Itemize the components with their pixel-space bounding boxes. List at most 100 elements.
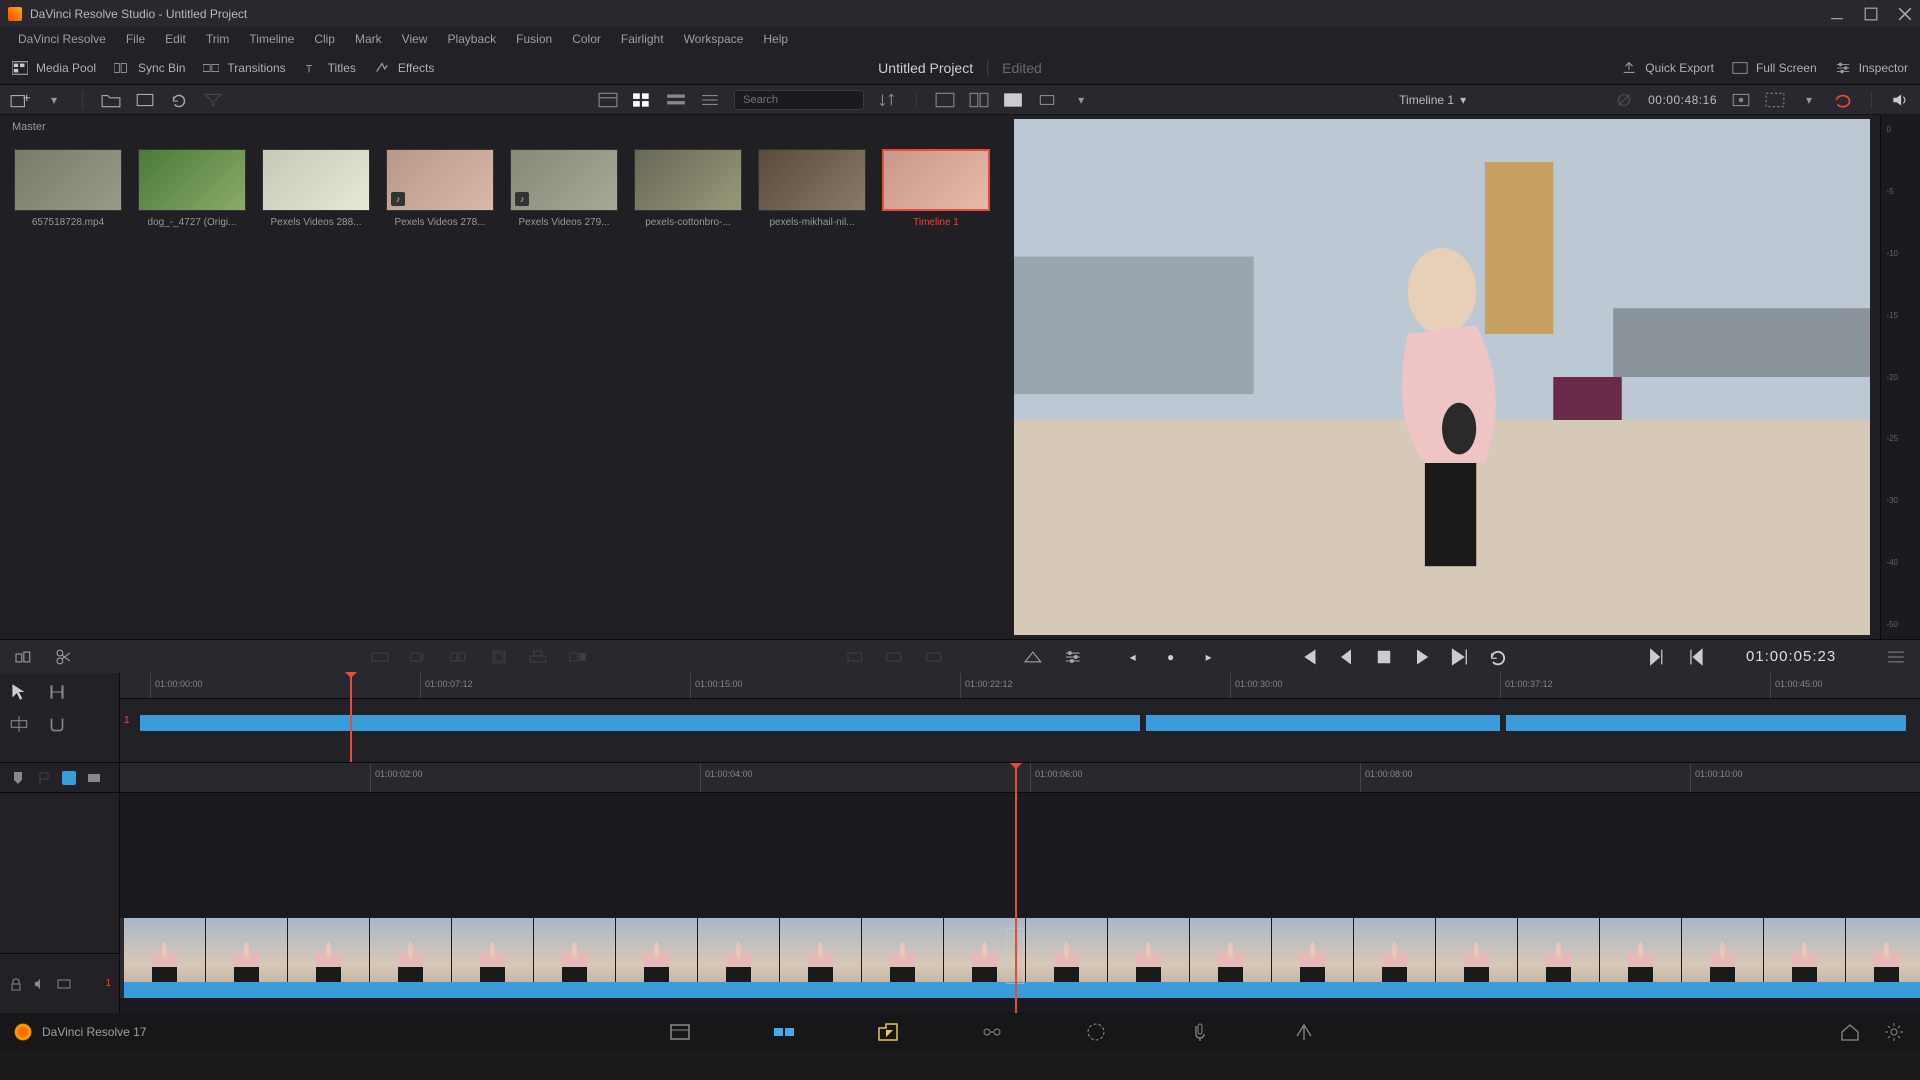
- maximize-button[interactable]: [1864, 7, 1878, 21]
- clip-item[interactable]: 657518728.mp4: [14, 149, 122, 228]
- menu-davinci[interactable]: DaVinci Resolve: [8, 28, 116, 50]
- playhead-mini[interactable]: [350, 673, 352, 762]
- refresh-icon[interactable]: [169, 92, 189, 108]
- video-track-icon[interactable]: [86, 770, 102, 786]
- strip-view-icon[interactable]: [666, 92, 686, 108]
- list-view-icon[interactable]: [700, 92, 720, 108]
- menu-playback[interactable]: Playback: [437, 28, 506, 50]
- clip-item[interactable]: ♪Pexels Videos 279...: [510, 149, 618, 228]
- snap-tool[interactable]: [46, 713, 68, 735]
- lock-icon[interactable]: [8, 976, 24, 992]
- mini-ruler[interactable]: 01:00:00:00 01:00:07:12 01:00:15:00 01:0…: [120, 673, 1920, 699]
- play-button[interactable]: [1412, 647, 1432, 667]
- match-frame-icon[interactable]: [1731, 92, 1751, 108]
- speaker-icon[interactable]: [32, 976, 48, 992]
- smart-insert-icon[interactable]: [370, 648, 390, 666]
- audio-sync-icon[interactable]: [62, 771, 76, 785]
- fusion-page-icon[interactable]: [980, 1020, 1004, 1044]
- clip-item[interactable]: Timeline 1: [882, 149, 990, 228]
- menu-mark[interactable]: Mark: [345, 28, 392, 50]
- safe-area-icon[interactable]: [1765, 92, 1785, 108]
- titles-toggle[interactable]: T Titles: [304, 61, 356, 75]
- stop-button[interactable]: [1374, 647, 1394, 667]
- trim-a-icon[interactable]: [845, 648, 865, 666]
- settings-icon[interactable]: [1882, 1020, 1906, 1044]
- loop-button[interactable]: [1488, 647, 1508, 667]
- dual-viewer-icon[interactable]: [969, 92, 989, 108]
- trim-tool[interactable]: [46, 681, 68, 703]
- marker-tool-icon[interactable]: [10, 770, 26, 786]
- last-frame-button[interactable]: [1450, 647, 1470, 667]
- cut-page-icon[interactable]: [772, 1020, 796, 1044]
- sort-icon[interactable]: [878, 92, 898, 108]
- home-icon[interactable]: [1838, 1020, 1862, 1044]
- search-input[interactable]: [734, 90, 864, 110]
- clip-item[interactable]: Pexels Videos 288...: [262, 149, 370, 228]
- transitions-toggle[interactable]: Transitions: [203, 61, 285, 75]
- fairlight-page-icon[interactable]: [1188, 1020, 1212, 1044]
- menu-color[interactable]: Color: [562, 28, 611, 50]
- next-edit-button[interactable]: [1647, 647, 1667, 667]
- blade-tool[interactable]: [8, 713, 30, 735]
- minimize-button[interactable]: [1830, 7, 1844, 21]
- jog-next-icon[interactable]: ▸: [1199, 647, 1219, 667]
- media-page-icon[interactable]: [668, 1020, 692, 1044]
- full-screen-button[interactable]: Full Screen: [1732, 61, 1817, 75]
- split-icon[interactable]: [54, 648, 74, 666]
- sliders-icon[interactable]: [1063, 648, 1083, 666]
- metadata-view-icon[interactable]: [598, 92, 618, 108]
- menu-timeline[interactable]: Timeline: [239, 28, 304, 50]
- first-frame-button[interactable]: [1298, 647, 1318, 667]
- record-timecode[interactable]: 01:00:05:23: [1746, 648, 1836, 665]
- thumbnail-view-icon[interactable]: [632, 92, 652, 108]
- playhead-detail[interactable]: [1015, 763, 1017, 1013]
- transition-icon[interactable]: [1023, 648, 1043, 666]
- single-viewer-icon[interactable]: [935, 92, 955, 108]
- prev-frame-button[interactable]: [1336, 647, 1356, 667]
- menu-edit[interactable]: Edit: [155, 28, 196, 50]
- jog-prev-icon[interactable]: ◂: [1123, 647, 1143, 667]
- speaker-icon[interactable]: [1890, 92, 1910, 108]
- selection-tool[interactable]: [8, 681, 30, 703]
- close-button[interactable]: [1898, 7, 1912, 21]
- menu-help[interactable]: Help: [753, 28, 798, 50]
- timeline-options-icon[interactable]: [1886, 648, 1906, 666]
- display-icon[interactable]: [56, 976, 72, 992]
- deliver-page-icon[interactable]: [1292, 1020, 1316, 1044]
- boring-detector-icon[interactable]: [14, 648, 34, 666]
- menu-clip[interactable]: Clip: [304, 28, 345, 50]
- bin-icon[interactable]: [135, 92, 155, 108]
- edit-page-icon[interactable]: [876, 1020, 900, 1044]
- inspector-toggle[interactable]: Inspector: [1835, 61, 1908, 75]
- audio-waveform[interactable]: [124, 982, 1920, 998]
- chevron-down-icon-3[interactable]: ▾: [1799, 92, 1819, 108]
- place-on-top-icon[interactable]: [528, 648, 548, 666]
- trim-b-icon[interactable]: [884, 648, 904, 666]
- clip-item[interactable]: pexels-mikhail-nil...: [758, 149, 866, 228]
- viewer-size-icon[interactable]: [1037, 92, 1057, 108]
- clip-item[interactable]: pexels-cottonbro-...: [634, 149, 742, 228]
- media-pool-toggle[interactable]: Media Pool: [12, 61, 96, 75]
- clip-item[interactable]: ♪Pexels Videos 278...: [386, 149, 494, 228]
- flag-tool-icon[interactable]: [36, 770, 52, 786]
- menu-trim[interactable]: Trim: [196, 28, 240, 50]
- viewer[interactable]: [1014, 119, 1870, 635]
- trim-c-icon[interactable]: [924, 648, 944, 666]
- chevron-down-icon-2[interactable]: ▾: [1071, 92, 1091, 108]
- menu-fairlight[interactable]: Fairlight: [611, 28, 674, 50]
- import-media-button[interactable]: [10, 92, 30, 108]
- menu-view[interactable]: View: [392, 28, 438, 50]
- chevron-down-icon[interactable]: ▾: [44, 92, 64, 108]
- folder-icon[interactable]: [101, 92, 121, 108]
- quick-export-button[interactable]: Quick Export: [1621, 61, 1714, 75]
- timeline-name-dropdown[interactable]: Timeline 1 ▾: [1399, 93, 1466, 107]
- track-canvas[interactable]: 01:00:02:00 01:00:04:00 01:00:06:00 01:0…: [120, 763, 1920, 1013]
- bypass-icon[interactable]: [1614, 92, 1634, 108]
- prev-edit-button[interactable]: [1686, 647, 1706, 667]
- color-page-icon[interactable]: [1084, 1020, 1108, 1044]
- append-icon[interactable]: [409, 648, 429, 666]
- loop-icon[interactable]: [1833, 92, 1853, 108]
- clip-item[interactable]: dog_-_4727 (Origi...: [138, 149, 246, 228]
- menu-workspace[interactable]: Workspace: [674, 28, 754, 50]
- viewer-mode-icon[interactable]: [1003, 92, 1023, 108]
